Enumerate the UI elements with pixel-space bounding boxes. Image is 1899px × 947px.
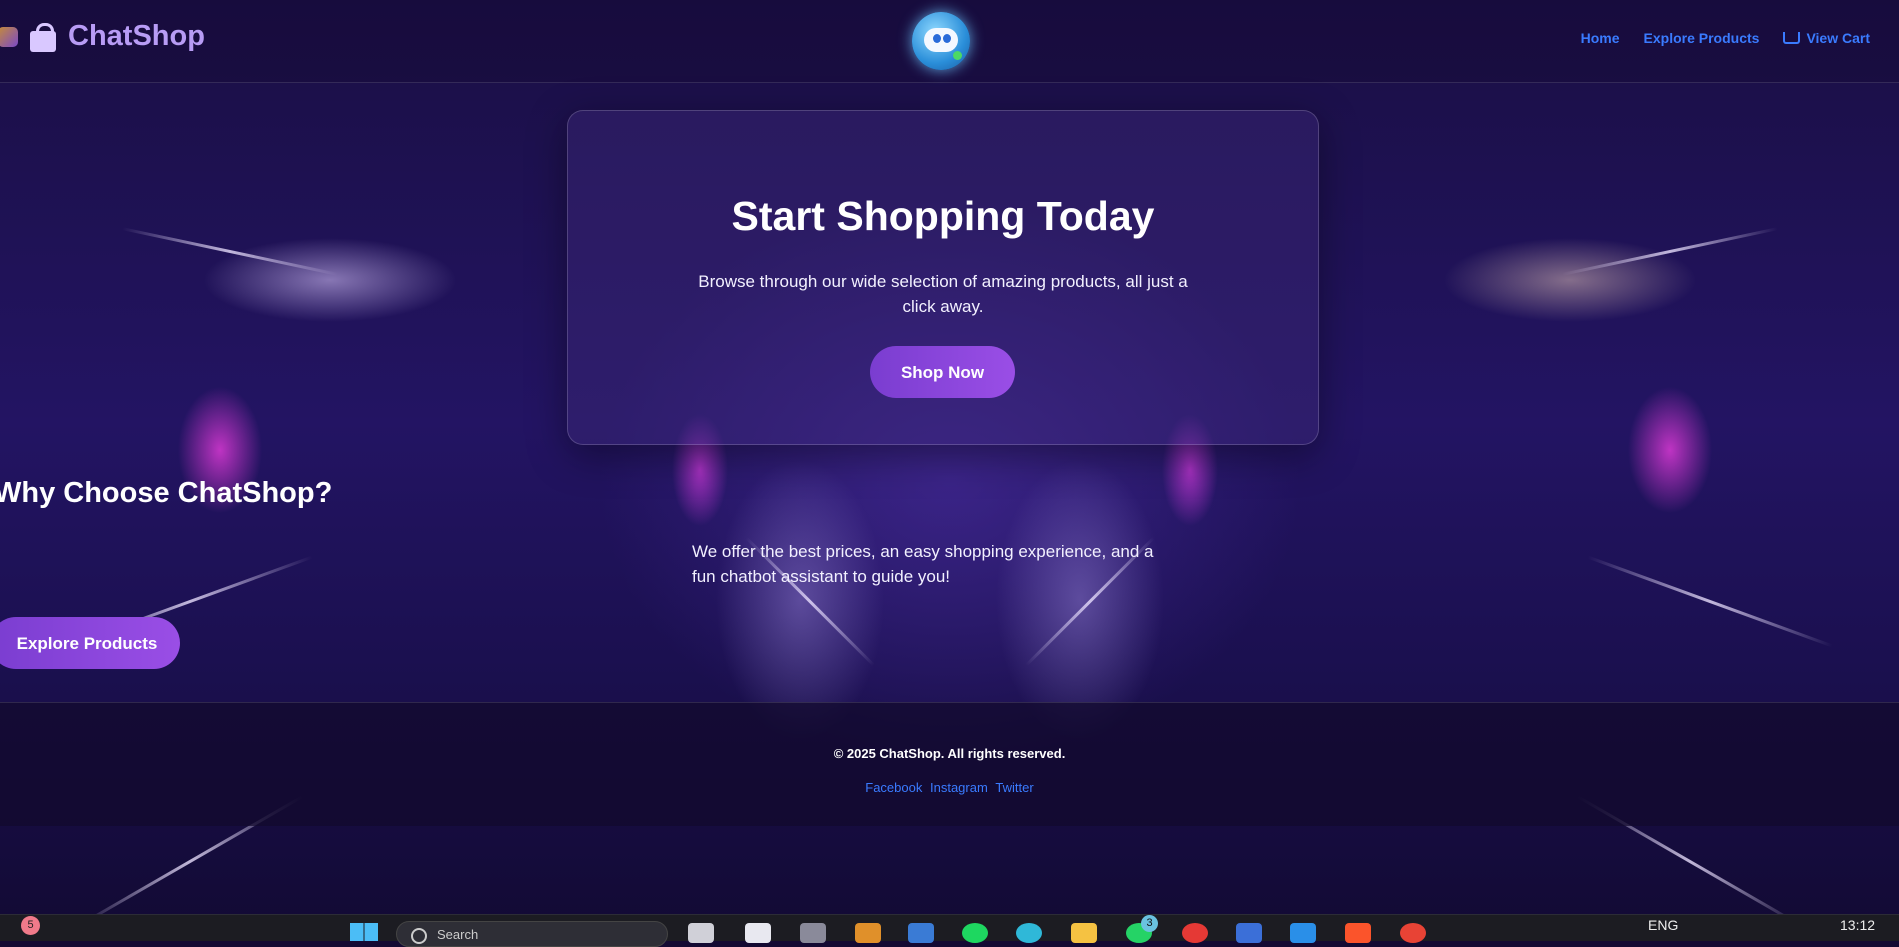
nav-explore-products[interactable]: Explore Products <box>1644 30 1760 46</box>
vscode-icon[interactable] <box>1290 923 1316 943</box>
clock[interactable]: 13:12 <box>1840 917 1875 933</box>
taskbar-app-icon[interactable] <box>1182 923 1208 943</box>
cart-icon <box>1783 32 1801 44</box>
windows-start-icon[interactable] <box>350 923 378 941</box>
language-indicator[interactable]: ENG <box>1648 917 1678 933</box>
light-beam <box>122 227 338 276</box>
taskbar-app-icon[interactable] <box>1236 923 1262 943</box>
taskbar-app-icon[interactable] <box>800 923 826 943</box>
taskbar-app-icon[interactable] <box>908 923 934 943</box>
taskbar-app-icon[interactable] <box>688 923 714 943</box>
taskbar-app-icon[interactable] <box>745 923 771 943</box>
folder-icon[interactable] <box>1071 923 1097 943</box>
main-nav: Home Explore Products View Cart <box>1581 30 1870 46</box>
site-footer: © 2025 ChatShop. All rights reserved. Fa… <box>0 702 1899 826</box>
copyright-text: © 2025 ChatShop. All rights reserved. <box>833 746 1066 761</box>
nav-view-cart-label: View Cart <box>1806 30 1870 46</box>
explore-products-button[interactable]: Explore Products <box>0 617 180 669</box>
taskbar-app-icon[interactable] <box>855 923 881 943</box>
shop-now-button[interactable]: Shop Now <box>870 346 1015 398</box>
brand-logo[interactable]: ChatShop <box>0 20 205 53</box>
spotify-icon[interactable] <box>962 923 988 943</box>
search-icon <box>411 928 427 944</box>
nav-home[interactable]: Home <box>1581 30 1620 46</box>
taskbar-search[interactable]: Search <box>396 921 668 947</box>
os-taskbar: 5 Search 3 ENG 13:12 <box>0 914 1899 947</box>
twitter-link[interactable]: Twitter <box>995 780 1033 795</box>
facebook-link[interactable]: Facebook <box>865 780 922 795</box>
notification-badge[interactable]: 5 <box>21 916 40 935</box>
hero-card: Start Shopping Today Browse through our … <box>567 110 1319 445</box>
instagram-link[interactable]: Instagram <box>930 780 988 795</box>
hero-title: Start Shopping Today <box>731 193 1155 239</box>
app-badge: 3 <box>1141 915 1158 932</box>
hero-subtitle: Browse through our wide selection of ama… <box>698 272 1188 316</box>
why-choose-title: Why Choose ChatShop? <box>0 477 333 509</box>
chatbot-icon[interactable] <box>912 12 970 70</box>
brave-icon[interactable] <box>1345 923 1371 943</box>
light-beam <box>1587 555 1833 648</box>
shopping-bag-icon <box>28 22 58 52</box>
why-choose-description: We offer the best prices, an easy shoppi… <box>692 542 1154 586</box>
light-beam <box>1562 227 1778 276</box>
edge-icon[interactable] <box>1016 923 1042 943</box>
app-badge-icon <box>0 26 18 47</box>
nav-view-cart[interactable]: View Cart <box>1783 30 1870 46</box>
site-header: ChatShop Home Explore Products View Cart <box>0 0 1899 83</box>
social-links: Facebook Instagram Twitter <box>0 780 1899 795</box>
brand-name: ChatShop <box>68 20 205 52</box>
chrome-icon[interactable] <box>1400 923 1426 943</box>
